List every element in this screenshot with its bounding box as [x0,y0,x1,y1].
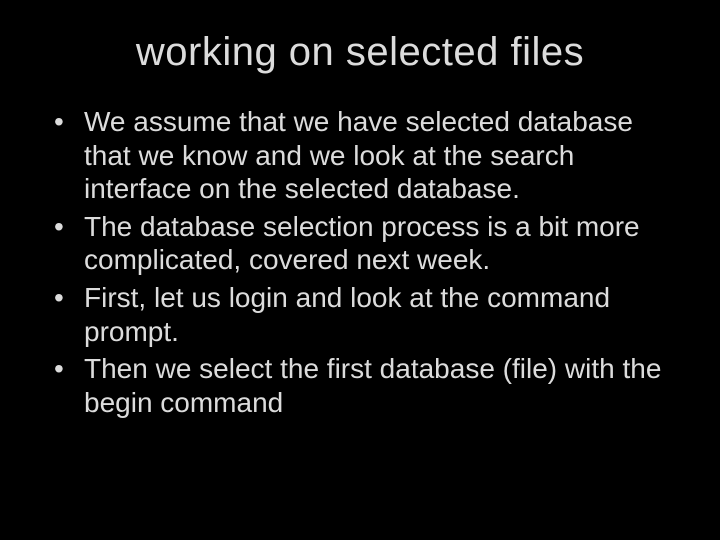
list-item: We assume that we have selected database… [50,105,680,206]
list-item: Then we select the first database (file)… [50,352,680,419]
slide: working on selected files We assume that… [0,0,720,540]
list-item: The database selection process is a bit … [50,210,680,277]
list-item: First, let us login and look at the comm… [50,281,680,348]
slide-title: working on selected files [40,30,680,75]
bullet-list: We assume that we have selected database… [40,105,680,419]
